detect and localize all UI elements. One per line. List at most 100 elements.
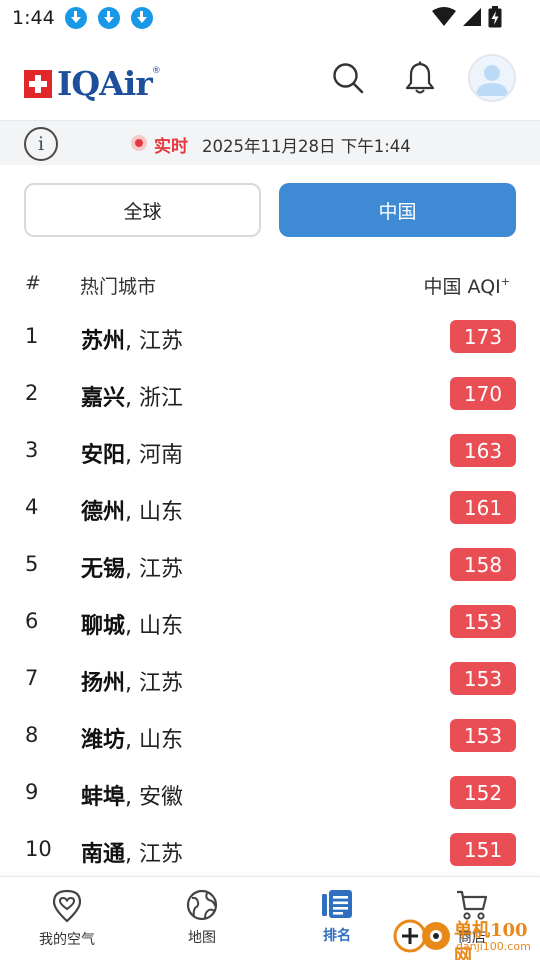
heart-location-icon [52,889,82,923]
province-name: , 安徽 [125,785,184,810]
ranking-row[interactable]: 9 蚌埠, 安徽 152 [0,765,540,822]
aqi-badge: 173 [450,320,516,353]
globe-icon [186,889,218,921]
battery-charging-icon [488,6,502,28]
city-label: 蚌埠, 安徽 [81,779,183,811]
nav-map[interactable]: 地图 [142,889,262,947]
download-notification-icon [64,7,87,29]
iqair-logo: IQAir ® [24,64,161,103]
province-name: , 山东 [125,500,184,525]
user-avatar-icon [476,65,508,96]
live-label: 实时 [154,137,188,157]
province-name: , 山东 [125,728,184,753]
city-label: 无锡, 江苏 [81,551,183,583]
watermark-url: danji100.com [456,940,531,953]
tab-global-label: 全球 [123,200,162,223]
ranking-list-icon [322,890,352,918]
aqi-badge: 170 [450,377,516,410]
aqi-badge: 158 [450,548,516,581]
city-name: 聊城 [81,614,126,639]
rank-number: 9 [25,780,39,804]
tab-global[interactable]: 全球 [24,183,261,237]
rank-number: 6 [25,609,39,633]
city-name: 扬州 [81,671,126,696]
notifications-button[interactable] [400,58,440,98]
rank-number: 10 [25,837,52,861]
province-name: , 浙江 [125,386,184,411]
search-icon [333,63,364,94]
ranking-row[interactable]: 4 德州, 山东 161 [0,480,540,537]
city-label: 南通, 江苏 [81,836,183,868]
city-name: 蚌埠 [81,785,126,810]
ranking-row[interactable]: 8 潍坊, 山东 153 [0,708,540,765]
rank-number: 2 [25,381,39,405]
watermark: 单机100网 danji100.com [392,914,540,960]
info-button[interactable]: i [24,127,58,161]
nav-label: 排名 [323,928,351,944]
update-timestamp: 2025年11月28日 下午1:44 [202,137,411,156]
rank-number: 1 [25,324,39,348]
live-indicator-icon [131,135,147,151]
city-name: 德州 [81,500,126,525]
province-name: , 江苏 [125,842,184,867]
ranking-row[interactable]: 7 扬州, 江苏 153 [0,651,540,708]
rank-number: 4 [25,495,39,519]
nav-my-air[interactable]: 我的空气 [7,889,127,949]
city-label: 聊城, 山东 [81,608,183,640]
city-column-header: 热门城市 [80,276,157,298]
province-name: , 山东 [125,614,184,639]
rank-number: 8 [25,723,39,747]
province-name: , 江苏 [125,329,184,354]
rank-number: 5 [25,552,39,576]
nav-label: 我的空气 [39,932,95,948]
status-indicators [432,6,502,28]
city-name: 苏州 [81,329,126,354]
city-label: 扬州, 江苏 [81,665,183,697]
ranking-row[interactable]: 1 苏州, 江苏 173 [0,309,540,366]
search-button[interactable] [328,58,368,98]
ranking-row[interactable]: 2 嘉兴, 浙江 170 [0,366,540,423]
rank-column-header: # [25,272,41,294]
info-icon: i [37,133,45,155]
ranking-list: 1 苏州, 江苏 173 2 嘉兴, 浙江 170 3 安阳, 河南 163 4 德州, 山东 161… [0,309,540,879]
registered-mark: ® [151,66,161,76]
download-notification-icon [130,7,153,29]
aqi-badge: 153 [450,605,516,638]
swiss-cross-icon [24,69,52,98]
city-label: 潍坊, 山东 [81,722,183,754]
download-notification-icon [97,7,120,29]
city-name: 安阳 [81,443,126,468]
city-label: 安阳, 河南 [81,437,183,469]
status-time: 1:44 [12,7,55,29]
ranking-list-header: # 热门城市 中国 AQI+ [0,270,540,298]
aqi-badge: 153 [450,719,516,752]
nav-ranking[interactable]: 排名 [277,889,397,945]
tab-china[interactable]: 中国 [279,183,516,237]
aqi-column-label: 中国 AQI [423,276,501,298]
watermark-logo-icon [393,919,450,953]
aqi-badge: 153 [450,662,516,695]
logo-text: IQAir [57,64,153,103]
aqi-badge: 163 [450,434,516,467]
app-header: IQAir ® [0,36,540,120]
bell-icon [405,61,435,94]
province-name: , 江苏 [125,671,184,696]
tab-china-label: 中国 [378,200,417,223]
ranking-row[interactable]: 6 聊城, 山东 153 [0,594,540,651]
city-label: 德州, 山东 [81,494,183,526]
city-label: 嘉兴, 浙江 [81,380,183,412]
ranking-row[interactable]: 5 无锡, 江苏 158 [0,537,540,594]
aqi-badge: 152 [450,776,516,809]
ranking-row[interactable]: 10 南通, 江苏 151 [0,822,540,879]
city-name: 南通 [81,842,126,867]
province-name: , 河南 [125,443,184,468]
city-name: 潍坊 [81,728,126,753]
ranking-row[interactable]: 3 安阳, 河南 163 [0,423,540,480]
aqi-badge: 151 [450,833,516,866]
aqi-column-header[interactable]: 中国 AQI+ [424,272,510,299]
nav-label: 地图 [188,930,216,946]
watermark-title: 单机100网 [454,920,528,960]
province-name: , 江苏 [125,557,184,582]
profile-avatar-button[interactable] [468,54,516,102]
realtime-info-bar: i 实时 2025年11月28日 下午1:44 [0,120,540,165]
